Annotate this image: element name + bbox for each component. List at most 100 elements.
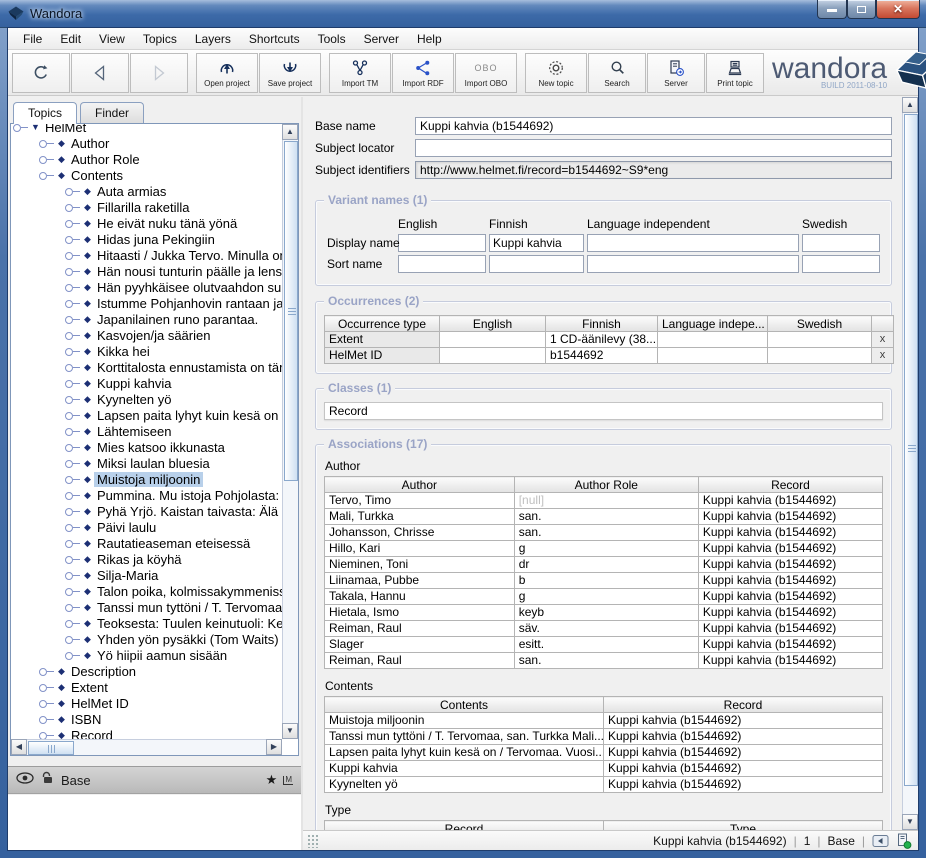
tree-item-label[interactable]: Silja-Maria [94,568,161,583]
tree-item-label[interactable]: Contents [68,168,126,183]
tree-item[interactable]: ◆Contents [11,167,282,183]
tree-item-label[interactable]: Author [68,136,112,151]
tree-item-label[interactable]: Lapsen paita lyhyt kuin kesä on / T [94,408,282,423]
table-cell[interactable] [658,348,768,364]
table-cell[interactable]: HelMet ID [325,348,440,364]
table-row[interactable]: Kuppi kahviaKuppi kahvia (b1544692) [325,761,883,777]
tree-item[interactable]: ◆Tanssi mun tyttöni / T. Tervomaa, s [11,599,282,615]
expand-handle-icon[interactable] [65,203,81,212]
tree-item-label[interactable]: HelMet [42,124,89,135]
table-cell[interactable]: b [514,573,698,589]
tree-item-label[interactable]: Rikas ja köyhä [94,552,185,567]
tree-item[interactable]: ◆Teoksesta: Tuulen keinutuoli: Kes [11,615,282,631]
title-bar[interactable]: Wandora ▬ ✕ [0,0,926,28]
status-layer-name[interactable]: Base [828,834,855,848]
column-header[interactable]: Author Role [514,477,698,493]
expand-handle-icon[interactable] [65,507,81,516]
table-cell[interactable]: Hillo, Kari [325,541,515,557]
tree-item-label[interactable]: Istumme Pohjanhovin rantaan ja k [94,296,282,311]
table-cell[interactable]: Kuppi kahvia (b1544692) [698,605,882,621]
table-cell[interactable]: Kuppi kahvia (b1544692) [698,573,882,589]
save-project-button[interactable]: Save project [259,53,321,93]
table-cell[interactable] [440,332,546,348]
table-cell[interactable] [658,332,768,348]
table-cell[interactable]: b1544692 [546,348,658,364]
variant-name-field[interactable] [398,234,486,252]
layer-name[interactable]: Base [61,773,91,788]
tree-item[interactable]: ◆Lapsen paita lyhyt kuin kesä on / T [11,407,282,423]
new-topic-button[interactable]: New topic [525,53,587,93]
open-project-button[interactable]: Open project [196,53,258,93]
column-header[interactable]: Language indepe... [658,316,768,332]
expand-handle-icon[interactable] [65,411,81,420]
table-cell[interactable]: Kuppi kahvia (b1544692) [698,653,882,669]
tree-item-label[interactable]: Hitaasti / Jukka Tervo. Minulla on i [94,248,282,263]
star-icon[interactable]: ★ [266,772,278,788]
expand-handle-icon[interactable] [39,699,55,708]
menu-help[interactable]: Help [408,28,451,50]
variant-name-field[interactable] [802,255,880,273]
table-cell[interactable]: dr [514,557,698,573]
tree-item[interactable]: ◆Istumme Pohjanhovin rantaan ja k [11,295,282,311]
menu-topics[interactable]: Topics [134,28,186,50]
table-cell[interactable]: keyb [514,605,698,621]
table-cell[interactable]: Kuppi kahvia (b1544692) [698,541,882,557]
tree-item-label[interactable]: ISBN [68,712,104,727]
tree-item-label[interactable]: Hän nousi tunturin päälle ja lensi [94,264,282,279]
table-cell[interactable]: Liinamaa, Pubbe [325,573,515,589]
table-cell[interactable]: Tanssi mun tyttöni / T. Tervomaa, san. T… [325,729,604,745]
expand-handle-icon[interactable] [65,491,81,500]
table-cell[interactable]: Takala, Hannu [325,589,515,605]
tree-item[interactable]: ◆Muistoja miljoonin [11,471,282,487]
tree-item-label[interactable]: Fillarilla raketilla [94,200,192,215]
table-cell[interactable]: Kuppi kahvia (b1544692) [698,525,882,541]
tree-item[interactable]: ◆Hidas juna Pekingiin [11,231,282,247]
expand-handle-icon[interactable] [39,715,55,724]
expand-handle-icon[interactable] [65,555,81,564]
tree-item[interactable]: ◆HelMet ID [11,695,282,711]
expand-handle-icon[interactable] [65,459,81,468]
resize-grip[interactable] [307,834,319,848]
table-cell[interactable] [440,348,546,364]
tree-item-label[interactable]: Author Role [68,152,143,167]
tree-item-label[interactable]: Miksi laulan bluesia [94,456,213,471]
maximize-button[interactable] [847,0,876,19]
expand-handle-icon[interactable] [65,251,81,260]
column-header[interactable]: Contents [325,697,604,713]
table-cell[interactable]: Kuppi kahvia (b1544692) [604,729,883,745]
table-row[interactable]: Hietala, IsmokeybKuppi kahvia (b1544692) [325,605,883,621]
tree-item-label[interactable]: HelMet ID [68,696,132,711]
table-cell[interactable]: Kuppi kahvia (b1544692) [698,621,882,637]
scroll-up-button[interactable]: ▲ [282,124,298,140]
expand-handle-icon[interactable] [65,315,81,324]
table-row[interactable]: Tervo, Timo[null]Kuppi kahvia (b1544692) [325,493,883,509]
tree-item[interactable]: ◆Fillarilla raketilla [11,199,282,215]
table-cell[interactable]: san. [514,509,698,525]
table-cell[interactable]: Extent [325,332,440,348]
table-cell[interactable]: esitt. [514,637,698,653]
tree-item-label[interactable]: Korttitalosta ennustamista on täm [94,360,282,375]
expand-handle-icon[interactable] [65,379,81,388]
table-row[interactable]: Mali, Turkkasan.Kuppi kahvia (b1544692) [325,509,883,525]
tree-item[interactable]: ◆Mies katsoo ikkunasta [11,439,282,455]
tree-item[interactable]: ◆Rautatieaseman eteisessä [11,535,282,551]
scroll-left-button[interactable]: ◀ [11,739,27,755]
expand-handle-icon[interactable] [39,683,55,692]
tree-item-label[interactable]: He eivät nuku tänä yönä [94,216,240,231]
tree-item[interactable]: ◆Miksi laulan bluesia [11,455,282,471]
tree-item[interactable]: ◆Talon poika, kolmissakymmeniss [11,583,282,599]
table-cell[interactable]: Reiman, Raul [325,621,515,637]
table-row[interactable]: HelMet IDb1544692x [325,348,894,364]
tree-item[interactable]: ◆Kuppi kahvia [11,375,282,391]
tree-item-label[interactable]: Kyynelten yö [94,392,174,407]
m-badge-icon[interactable]: M [283,776,293,785]
tree-item-label[interactable]: Teoksesta: Tuulen keinutuoli: Kes [94,616,282,631]
table-row[interactable]: Tanssi mun tyttöni / T. Tervomaa, san. T… [325,729,883,745]
tree-item[interactable]: ◆Auta armias [11,183,282,199]
expand-handle-icon[interactable] [65,523,81,532]
layer-visibility-eye-icon[interactable] [16,771,34,789]
tree-item[interactable]: ◆Author [11,135,282,151]
table-cell[interactable]: san. [514,525,698,541]
scroll-down-button[interactable]: ▼ [902,814,918,830]
table-row[interactable]: Takala, HannugKuppi kahvia (b1544692) [325,589,883,605]
